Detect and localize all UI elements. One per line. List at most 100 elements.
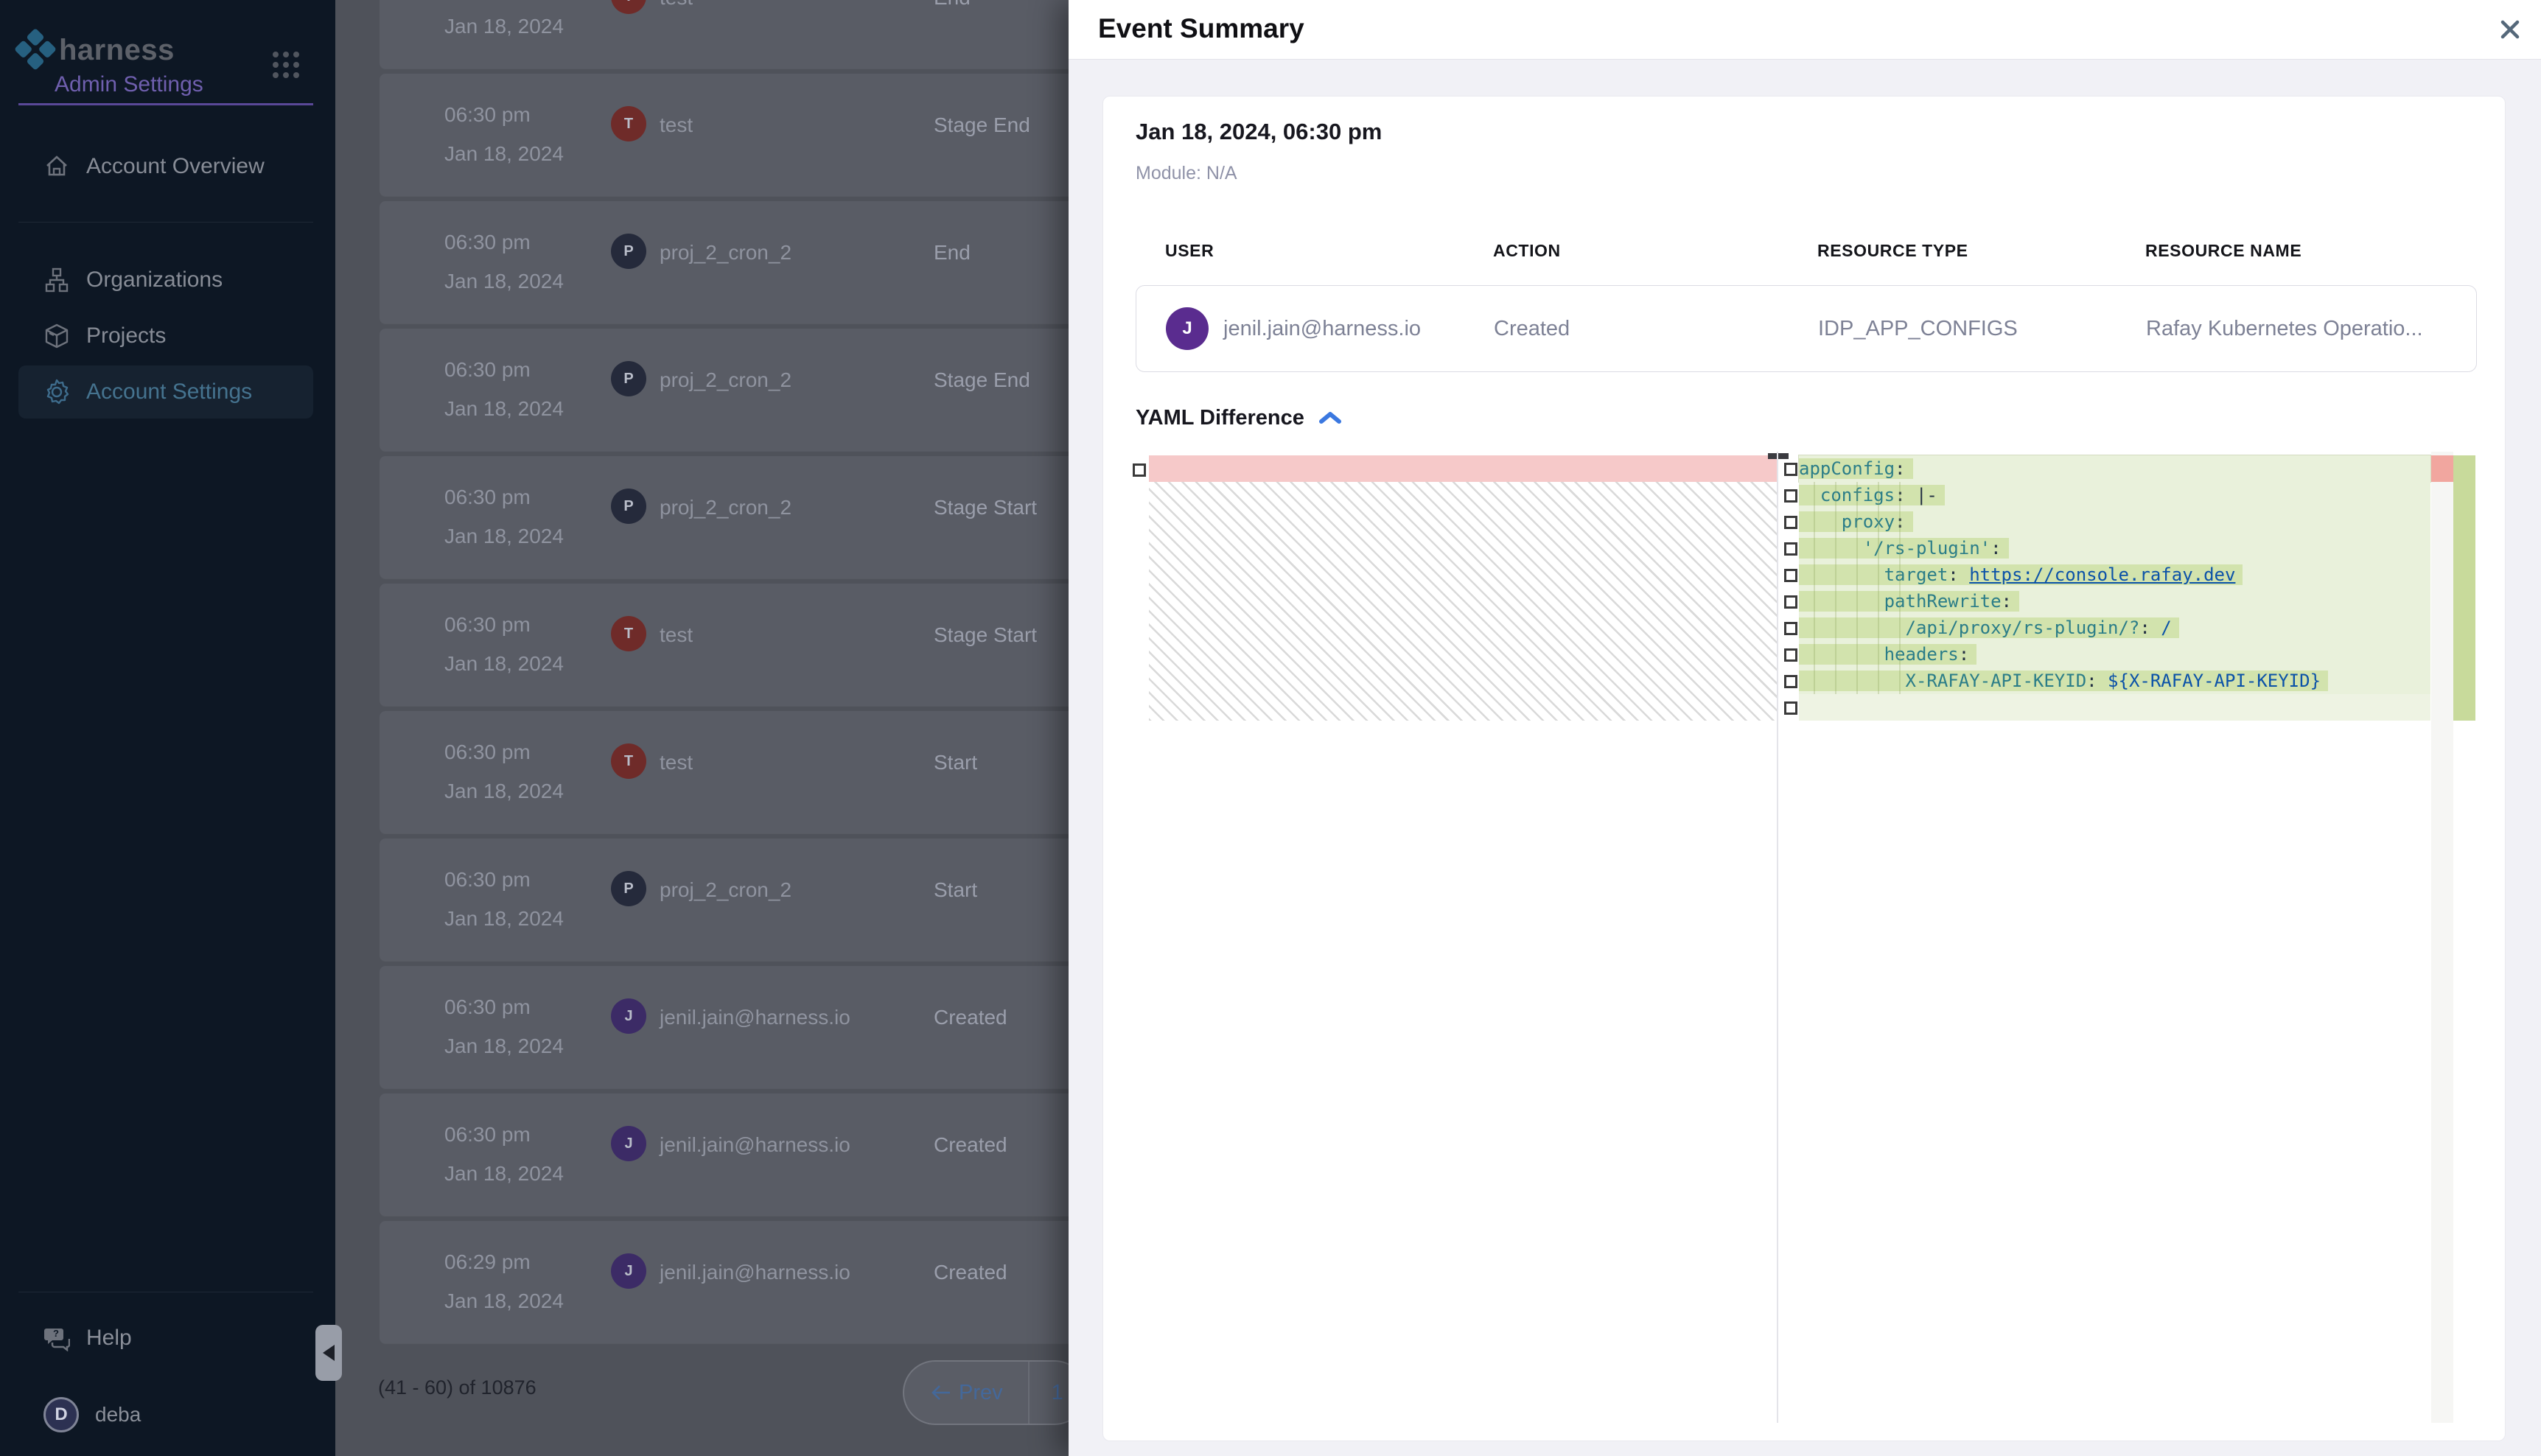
diff-glyph-square[interactable] — [1784, 701, 1797, 715]
arrow-left-icon — [929, 1384, 951, 1401]
sidebar-item-help[interactable]: ? Help — [18, 1312, 313, 1365]
diff-glyph-square[interactable] — [1784, 489, 1797, 503]
diff-glyph-square[interactable] — [1784, 516, 1797, 529]
collapse-left-icon — [323, 1345, 335, 1361]
sidebar-item-organizations[interactable]: Organizations — [18, 253, 313, 307]
diff-added-line: appConfig: — [1799, 455, 2430, 482]
record-action: Created — [1494, 317, 1818, 341]
diff-glyph-square[interactable] — [1784, 595, 1797, 609]
diff-added-line: configs: |- — [1799, 482, 2430, 508]
diff-scrollbar-track[interactable] — [2431, 452, 2453, 1423]
module-subtitle: Admin Settings — [55, 72, 203, 97]
close-icon — [2498, 17, 2523, 42]
event-summary-drawer: Event Summary Jan 18, 2024, 06:30 pm Mod… — [1069, 0, 2541, 1456]
diff-glyph-square[interactable] — [1784, 675, 1797, 688]
row-user-name: test — [660, 0, 693, 10]
row-avatar: P — [611, 871, 646, 906]
indent-guide — [1899, 482, 1901, 694]
indent-guide — [1835, 482, 1836, 694]
diff-modified-pane: appConfig: configs: |- proxy: '/rs-plugi… — [1799, 452, 2430, 1423]
diff-added-line: /api/proxy/rs-plugin/?: / — [1799, 615, 2430, 641]
diff-glyph-square[interactable] — [1784, 569, 1797, 582]
row-user-name: jenil.jain@harness.io — [660, 1133, 850, 1157]
row-user-name: test — [660, 113, 693, 137]
diff-original-pane — [1149, 452, 1777, 1423]
close-button[interactable] — [2495, 15, 2525, 44]
yaml-diff-viewer: appConfig: configs: |- proxy: '/rs-plugi… — [1133, 452, 2477, 1423]
drawer-title: Event Summary — [1098, 13, 1304, 44]
row-time: 06:30 pm — [444, 231, 531, 254]
sidebar-user[interactable]: D deba — [18, 1388, 313, 1441]
event-timestamp: Jan 18, 2024, 06:30 pm — [1136, 119, 1382, 145]
row-avatar: T — [611, 616, 646, 651]
indent-guide — [1878, 482, 1879, 694]
sidebar-item-account-settings[interactable]: Account Settings — [18, 365, 313, 419]
diff-glyph-square[interactable] — [1784, 463, 1797, 476]
row-user-name: proj_2_cron_2 — [660, 496, 791, 519]
diff-glyph-square[interactable] — [1133, 463, 1146, 477]
sidebar-item-label: Organizations — [86, 267, 223, 293]
row-avatar: T — [611, 0, 646, 14]
gear-icon — [43, 379, 70, 405]
diff-sash-handle[interactable] — [1768, 453, 1789, 459]
event-detail-card: Jan 18, 2024, 06:30 pm Module: N/A USER … — [1102, 96, 2506, 1441]
harness-logo-icon — [13, 27, 58, 73]
row-user-name: test — [660, 623, 693, 647]
record-user-email: jenil.jain@harness.io — [1223, 317, 1421, 341]
row-action: Stage Start — [934, 496, 1037, 519]
sidebar-item-projects[interactable]: Projects — [18, 309, 313, 363]
row-user-name: proj_2_cron_2 — [660, 241, 791, 265]
diff-empty-placeholder — [1149, 482, 1777, 721]
diff-glyph-square[interactable] — [1784, 622, 1797, 635]
col-resource-type: RESOURCE TYPE — [1817, 241, 2145, 261]
row-avatar: J — [611, 1126, 646, 1161]
diff-glyph-square[interactable] — [1784, 542, 1797, 556]
diff-empty-line — [1799, 694, 2430, 721]
indent-guide — [1856, 482, 1858, 694]
logo-text: harness — [59, 34, 175, 67]
diff-pane-divider[interactable] — [1777, 452, 1778, 1423]
diff-added-line: headers: — [1799, 641, 2430, 668]
diff-glyph-square[interactable] — [1784, 648, 1797, 662]
diff-added-line: proxy: — [1799, 508, 2430, 535]
row-date: Jan 18, 2024 — [444, 142, 564, 166]
prev-page-button[interactable]: Prev — [904, 1381, 1028, 1405]
row-date: Jan 18, 2024 — [444, 397, 564, 421]
help-label: Help — [86, 1326, 132, 1351]
row-action: Created — [934, 1261, 1007, 1284]
row-time: 06:30 pm — [444, 613, 531, 637]
sidebar-item-label: Projects — [86, 323, 166, 349]
record-resource-name: Rafay Kubernetes Operatio... — [2146, 317, 2476, 341]
record-column-headers: USER ACTION RESOURCE TYPE RESOURCE NAME — [1165, 241, 2461, 261]
record-resource-type: IDP_APP_CONFIGS — [1818, 317, 2146, 341]
row-action: Stage End — [934, 368, 1030, 392]
yaml-difference-toggle[interactable]: YAML Difference — [1136, 406, 1343, 430]
row-user-name: proj_2_cron_2 — [660, 878, 791, 902]
row-avatar: J — [611, 998, 646, 1034]
overview-ruler-added-mark — [2453, 455, 2475, 721]
record-row: J jenil.jain@harness.io Created IDP_APP_… — [1136, 285, 2477, 372]
diff-added-line: target: https://console.rafay.dev — [1799, 561, 2430, 588]
row-avatar: T — [611, 106, 646, 141]
row-user-name: proj_2_cron_2 — [660, 368, 791, 392]
user-name: deba — [95, 1403, 141, 1427]
row-user-name: jenil.jain@harness.io — [660, 1261, 850, 1284]
app-switcher-icon[interactable] — [273, 52, 299, 78]
row-time: 06:30 pm — [444, 1123, 531, 1147]
row-time: 06:30 pm — [444, 486, 531, 509]
sidebar-item-account-overview[interactable]: Account Overview — [18, 140, 313, 193]
subtitle-underline — [18, 103, 313, 105]
pagination-range: (41 - 60) of 10876 — [378, 1376, 536, 1399]
col-action: ACTION — [1493, 241, 1817, 261]
svg-text:?: ? — [53, 1328, 59, 1339]
harness-logo[interactable]: harness — [19, 34, 175, 67]
indent-guide — [1814, 482, 1815, 694]
row-time: 06:29 pm — [444, 1250, 531, 1274]
row-avatar: P — [611, 489, 646, 524]
row-date: Jan 18, 2024 — [444, 15, 564, 38]
diff-added-line: X-RAFAY-API-KEYID: ${X-RAFAY-API-KEYID} — [1799, 668, 2430, 694]
row-date: Jan 18, 2024 — [444, 907, 564, 931]
row-avatar: J — [611, 1253, 646, 1289]
sidebar-collapse-handle[interactable] — [315, 1325, 342, 1381]
row-date: Jan 18, 2024 — [444, 1162, 564, 1186]
